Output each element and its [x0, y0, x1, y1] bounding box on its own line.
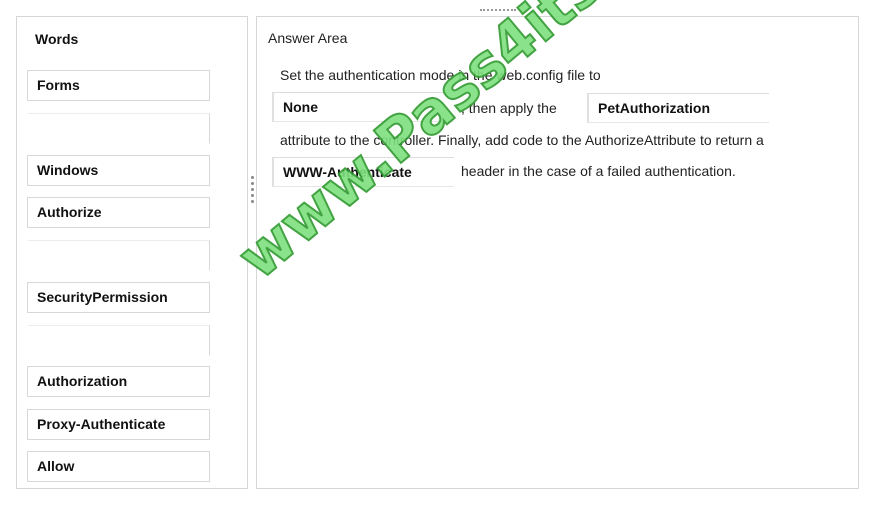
word-empty-slot: [27, 325, 210, 356]
word-empty-slot: [27, 113, 210, 144]
word-empty-slot: [27, 240, 210, 271]
word-allow[interactable]: Allow: [27, 451, 210, 482]
words-title: Words: [35, 31, 79, 47]
answer-slot-2[interactable]: PetAuthorization: [587, 93, 769, 123]
sentence-line-3: attribute to the controller. Finally, ad…: [280, 132, 764, 148]
word-authorize[interactable]: Authorize: [27, 197, 210, 228]
word-securitypermission[interactable]: SecurityPermission: [27, 282, 210, 313]
sentence-line-1: Set the authentication mode in the web.c…: [280, 67, 601, 83]
panel-splitter-handle[interactable]: [249, 176, 255, 212]
answer-area-title: Answer Area: [268, 30, 348, 46]
answer-slot-3[interactable]: WWW-Authenticate: [272, 157, 454, 187]
answer-panel: Answer Area: [256, 16, 859, 489]
sentence-line-2: , then apply the: [461, 100, 557, 116]
top-resize-grip[interactable]: [480, 9, 516, 15]
word-proxy-authenticate[interactable]: Proxy-Authenticate: [27, 409, 210, 440]
answer-slot-1[interactable]: None: [272, 92, 454, 122]
word-authorization[interactable]: Authorization: [27, 366, 210, 397]
sentence-line-4: header in the case of a failed authentic…: [461, 163, 736, 179]
word-windows[interactable]: Windows: [27, 155, 210, 186]
word-forms[interactable]: Forms: [27, 70, 210, 101]
